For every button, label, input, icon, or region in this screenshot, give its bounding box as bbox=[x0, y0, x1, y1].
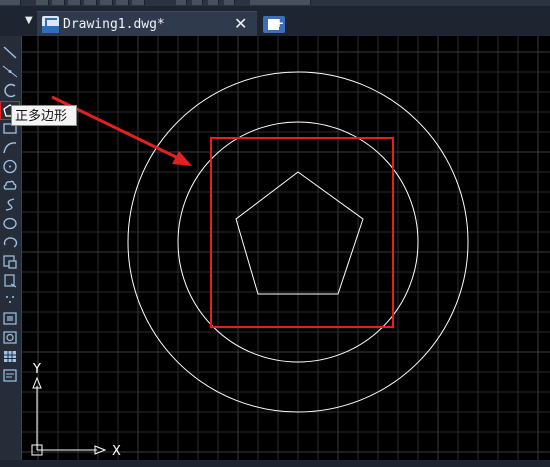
tool-line[interactable] bbox=[1, 44, 19, 61]
polyline-icon bbox=[4, 83, 16, 98]
ucs-x-label: X bbox=[112, 444, 121, 459]
mtext-icon bbox=[3, 369, 17, 382]
tool-construction-line[interactable] bbox=[1, 63, 19, 80]
toolbar-button-stub[interactable] bbox=[116, 0, 129, 5]
tooltip: 正多边形 bbox=[11, 105, 77, 126]
ellipse-arc-icon bbox=[3, 237, 18, 248]
document-tab-title: Drawing1.dwg* bbox=[63, 17, 165, 32]
toolbar-button-stub[interactable] bbox=[0, 0, 21, 5]
point-icon bbox=[6, 296, 14, 303]
new-drawing-button[interactable]: + bbox=[263, 16, 285, 33]
line-icon bbox=[3, 46, 17, 59]
drawing-canvas[interactable]: Y X bbox=[22, 36, 550, 460]
draw-toolbar bbox=[0, 36, 22, 467]
hatch-icon bbox=[3, 312, 17, 325]
insert-block-icon bbox=[3, 255, 17, 269]
make-block-icon bbox=[4, 274, 17, 288]
tool-hatch[interactable] bbox=[1, 310, 19, 327]
toolbar-button-stub[interactable] bbox=[100, 0, 113, 5]
tool-revision-cloud[interactable] bbox=[1, 177, 19, 194]
ucs-y-label: Y bbox=[32, 362, 41, 377]
tool-multiline-text[interactable] bbox=[1, 367, 19, 384]
document-tab[interactable]: Drawing1.dwg* ✕ bbox=[37, 11, 257, 37]
toolbar-button-stub[interactable] bbox=[208, 0, 219, 5]
toolbar-button-stub[interactable] bbox=[224, 0, 235, 5]
toolbar-button-stub[interactable] bbox=[68, 0, 81, 5]
document-tab-bar: ▼ Drawing1.dwg* ✕ + bbox=[0, 6, 550, 37]
revision-cloud-icon bbox=[3, 180, 17, 190]
tool-ellipse[interactable] bbox=[1, 215, 19, 232]
ellipse-icon bbox=[3, 217, 17, 230]
close-tab-icon[interactable]: ✕ bbox=[234, 15, 247, 33]
tool-polyline[interactable] bbox=[1, 82, 19, 99]
arc-icon bbox=[3, 142, 17, 154]
toolbar-button-stub[interactable] bbox=[176, 0, 187, 5]
region-icon bbox=[3, 331, 17, 344]
tab-menu-arrow-icon[interactable]: ▼ bbox=[25, 15, 33, 27]
ucs-icon: Y X bbox=[31, 362, 121, 459]
tool-circle[interactable] bbox=[1, 158, 19, 175]
tool-ellipse-arc[interactable] bbox=[1, 234, 19, 251]
construction-line-icon bbox=[2, 65, 18, 78]
tool-spline[interactable] bbox=[1, 196, 19, 213]
plus-icon: + bbox=[274, 16, 285, 30]
toolbar-button-stub[interactable] bbox=[192, 0, 203, 5]
pentagon[interactable] bbox=[235, 171, 364, 295]
table-icon bbox=[4, 351, 16, 362]
toolbar-button-stub[interactable] bbox=[132, 0, 145, 5]
tool-region[interactable] bbox=[1, 329, 19, 346]
toolbar-button-stub[interactable] bbox=[52, 0, 65, 5]
dwg-file-icon bbox=[42, 16, 59, 33]
spline-icon bbox=[5, 198, 15, 211]
toolbar-button-stub[interactable] bbox=[84, 0, 97, 5]
toolbar-dropdown-stub[interactable] bbox=[250, 0, 311, 5]
tool-table[interactable] bbox=[1, 348, 19, 365]
layout-tab-bar bbox=[0, 460, 550, 467]
tool-arc[interactable] bbox=[1, 139, 19, 156]
tooltip-text: 正多边形 bbox=[15, 109, 68, 124]
tool-make-block[interactable] bbox=[1, 272, 19, 289]
tool-insert-block[interactable] bbox=[1, 253, 19, 270]
circle-icon bbox=[3, 159, 17, 174]
drawing-grid bbox=[22, 36, 550, 460]
toolbar-button-stub[interactable] bbox=[36, 0, 49, 5]
tool-point[interactable] bbox=[1, 291, 19, 308]
